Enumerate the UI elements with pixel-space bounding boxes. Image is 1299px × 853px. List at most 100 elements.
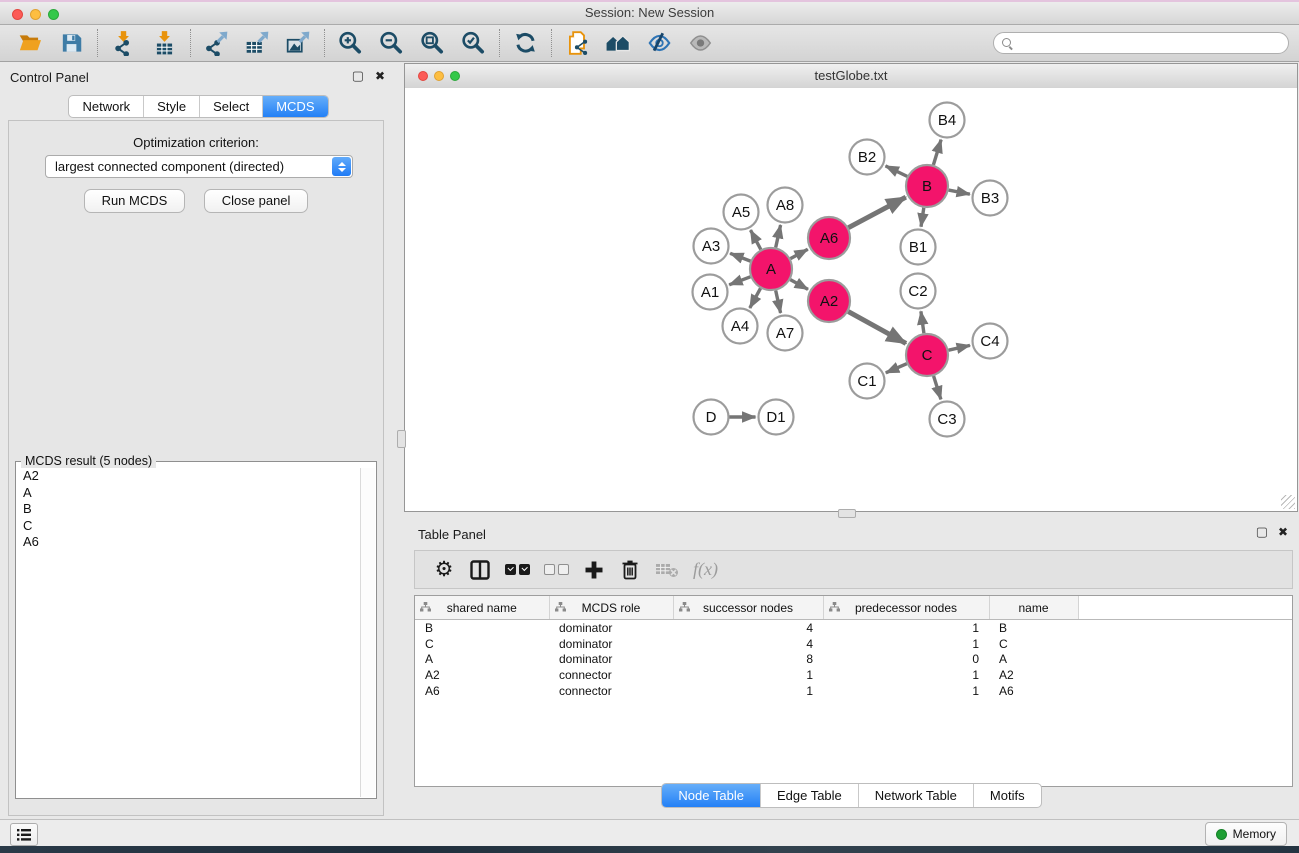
graph-edge[interactable] (886, 166, 908, 177)
graph-node-B2[interactable]: B2 (850, 140, 885, 175)
graph-edge[interactable] (848, 197, 905, 228)
cell[interactable]: 1 (673, 683, 823, 699)
close-table-panel-icon[interactable]: ✖ (1278, 525, 1288, 539)
select-stepper-icon[interactable] (332, 157, 351, 176)
cell[interactable]: A (415, 652, 549, 668)
graph-node-C1[interactable]: C1 (850, 364, 885, 399)
zoom-fit-button[interactable] (412, 27, 453, 59)
tab-node-table[interactable]: Node Table (662, 784, 761, 807)
column-header-shared-name[interactable]: shared name (415, 596, 549, 620)
open-session-button[interactable] (10, 27, 51, 59)
zoom-selected-button[interactable] (453, 27, 494, 59)
splitter-handle-horizontal[interactable] (838, 509, 856, 518)
import-network-button[interactable] (103, 27, 144, 59)
memory-button[interactable]: Memory (1205, 822, 1287, 846)
tab-network-table[interactable]: Network Table (859, 784, 974, 807)
tab-motifs[interactable]: Motifs (974, 784, 1041, 807)
graph-node-D[interactable]: D (694, 400, 729, 435)
graph-node-A5[interactable]: A5 (724, 195, 759, 230)
cell[interactable]: A6 (415, 683, 549, 699)
graph-node-C2[interactable]: C2 (901, 274, 936, 309)
duplicate-network-button[interactable] (557, 27, 598, 59)
cell[interactable]: B (415, 620, 549, 636)
float-panel-icon[interactable]: ▢ (352, 69, 364, 83)
cell[interactable]: 1 (823, 683, 989, 699)
result-scrollbar[interactable] (360, 468, 375, 797)
hide-panel-button[interactable] (639, 27, 680, 59)
graph-edge[interactable] (921, 208, 924, 227)
cell[interactable]: 1 (823, 620, 989, 636)
task-history-button[interactable] (10, 823, 38, 846)
graph-edge[interactable] (790, 249, 807, 258)
result-item[interactable]: A6 (16, 534, 360, 551)
tab-edge-table[interactable]: Edge Table (761, 784, 859, 807)
table-row[interactable]: A2connector11A2 (415, 667, 1292, 683)
graph-edge[interactable] (790, 280, 808, 290)
cell[interactable]: connector (549, 683, 673, 699)
graph-edge[interactable] (933, 140, 941, 165)
result-item[interactable]: A2 (16, 468, 360, 485)
graph-edge[interactable] (751, 230, 761, 249)
graph-node-A6[interactable]: A6 (808, 217, 850, 259)
graph-node-A8[interactable]: A8 (768, 188, 803, 223)
mcds-result-list[interactable]: A2ABCA6 (16, 468, 360, 798)
show-eye-button[interactable] (680, 27, 721, 59)
search-input[interactable] (1018, 35, 1280, 52)
cell[interactable]: connector (549, 667, 673, 683)
export-network-button[interactable] (196, 27, 237, 59)
cell[interactable]: A (989, 652, 1078, 668)
splitter-handle-vertical[interactable] (397, 430, 406, 448)
cell[interactable]: C (989, 636, 1078, 652)
cell[interactable]: B (989, 620, 1078, 636)
column-header-successor-nodes[interactable]: successor nodes (673, 596, 823, 620)
graph-node-A3[interactable]: A3 (694, 229, 729, 264)
export-image-button[interactable] (278, 27, 319, 59)
graph-edge[interactable] (921, 311, 924, 333)
cell[interactable]: A2 (989, 667, 1078, 683)
run-mcds-button[interactable]: Run MCDS (84, 189, 186, 213)
graph-edge[interactable] (776, 291, 781, 314)
cell[interactable]: C (415, 636, 549, 652)
result-item[interactable]: A (16, 485, 360, 502)
export-table-button[interactable] (237, 27, 278, 59)
resize-grip-icon[interactable] (1281, 495, 1295, 509)
import-table-button[interactable] (144, 27, 185, 59)
cell[interactable]: A2 (415, 667, 549, 683)
refresh-layout-button[interactable] (505, 27, 546, 59)
deselect-all-button[interactable] (544, 557, 569, 583)
graph-node-A4[interactable]: A4 (723, 309, 758, 344)
graph-edge[interactable] (949, 345, 971, 350)
graph-node-A[interactable]: A (750, 248, 792, 290)
cell[interactable]: dominator (549, 636, 673, 652)
graph-edge[interactable] (949, 190, 970, 194)
result-item[interactable]: C (16, 518, 360, 535)
add-column-button[interactable] (583, 557, 605, 583)
cell[interactable]: 4 (673, 620, 823, 636)
graph-edge[interactable] (776, 225, 781, 248)
close-panel-icon[interactable]: ✖ (375, 69, 385, 83)
graph-node-C[interactable]: C (906, 334, 948, 376)
criterion-select[interactable]: largest connected component (directed) (45, 155, 353, 178)
cell[interactable]: dominator (549, 652, 673, 668)
result-item[interactable]: B (16, 501, 360, 518)
save-session-button[interactable] (51, 27, 92, 59)
graph-node-B4[interactable]: B4 (930, 103, 965, 138)
close-panel-button[interactable]: Close panel (204, 189, 309, 213)
column-header-name[interactable]: name (989, 596, 1078, 620)
graph-node-B1[interactable]: B1 (901, 230, 936, 265)
tab-mcds[interactable]: MCDS (263, 96, 327, 117)
cell[interactable]: dominator (549, 620, 673, 636)
table-row[interactable]: A6connector11A6 (415, 683, 1292, 699)
graph-edge[interactable] (729, 277, 750, 285)
graph-edge[interactable] (934, 376, 941, 399)
column-header-MCDS-role[interactable]: MCDS role (549, 596, 673, 620)
search-field[interactable] (993, 32, 1289, 54)
tab-network[interactable]: Network (69, 96, 144, 117)
gear-button[interactable]: ⚙ (433, 557, 455, 583)
graph-node-D1[interactable]: D1 (759, 400, 794, 435)
select-all-button[interactable] (505, 557, 530, 583)
graph-edge[interactable] (750, 288, 761, 308)
table-row[interactable]: Cdominator41C (415, 636, 1292, 652)
table-row[interactable]: Adominator80A (415, 652, 1292, 668)
table-row[interactable]: Bdominator41B (415, 620, 1292, 636)
